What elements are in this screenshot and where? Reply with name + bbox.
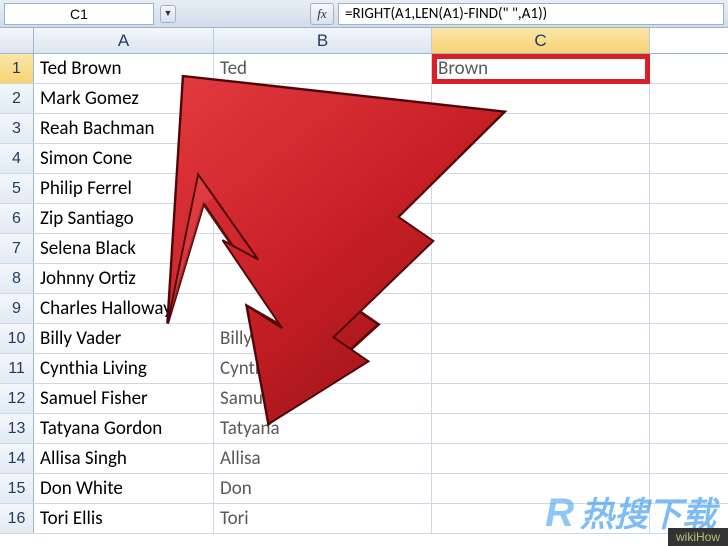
cell[interactable]: Zip Santiago (34, 204, 214, 233)
column-headers: A B C (0, 28, 728, 54)
cell[interactable]: Brown (432, 54, 650, 83)
row-header[interactable]: 7 (0, 234, 34, 263)
cell[interactable]: Mark Gomez (34, 84, 214, 113)
cell[interactable] (432, 444, 650, 473)
cell[interactable]: Cyntha (214, 354, 432, 383)
cell[interactable]: Tatyana (214, 414, 432, 443)
cell[interactable]: Don White (34, 474, 214, 503)
formula-input[interactable]: =RIGHT(A1,LEN(A1)-FIND(" ",A1)) (338, 3, 724, 25)
table-row: 6 Zip Santiago (0, 204, 728, 234)
table-row: 3 Reah Bachman Reah (0, 114, 728, 144)
table-row: 14 Allisa Singh Allisa (0, 444, 728, 474)
col-header-c[interactable]: C (432, 28, 650, 53)
wikihow-badge: wikiHow (668, 528, 728, 546)
cell[interactable] (432, 204, 650, 233)
cell[interactable] (432, 294, 650, 323)
cell[interactable]: Charles Halloway (34, 294, 214, 323)
cell[interactable]: Simon Cone (34, 144, 214, 173)
col-header-a[interactable]: A (34, 28, 214, 53)
table-row: 5 Philip Ferrel (0, 174, 728, 204)
cell[interactable] (432, 114, 650, 143)
cell[interactable] (432, 174, 650, 203)
cell[interactable]: Mark (214, 84, 432, 113)
table-row: 11 Cynthia Living Cyntha (0, 354, 728, 384)
row-header[interactable]: 14 (0, 444, 34, 473)
table-row: 4 Simon Cone Si (0, 144, 728, 174)
table-row: 7 Selena Black (0, 234, 728, 264)
cell[interactable]: Don (214, 474, 432, 503)
cell[interactable] (432, 414, 650, 443)
name-box-value: C1 (70, 6, 88, 22)
cell[interactable] (214, 294, 432, 323)
table-row: 12 Samuel Fisher Samuel (0, 384, 728, 414)
cell[interactable] (214, 234, 432, 263)
cell[interactable] (432, 354, 650, 383)
cell[interactable]: Cynthia Living (34, 354, 214, 383)
cell[interactable]: Ted Brown (34, 54, 214, 83)
cell[interactable] (432, 144, 650, 173)
row-header[interactable]: 5 (0, 174, 34, 203)
cell[interactable] (214, 174, 432, 203)
cell[interactable]: Allisa Singh (34, 444, 214, 473)
col-header-b[interactable]: B (214, 28, 432, 53)
row-header[interactable]: 10 (0, 324, 34, 353)
cell[interactable]: Tatyana Gordon (34, 414, 214, 443)
cell[interactable]: Ted (214, 54, 432, 83)
formula-text: =RIGHT(A1,LEN(A1)-FIND(" ",A1)) (345, 5, 547, 23)
cell[interactable]: Tori (214, 504, 432, 533)
table-row: 10 Billy Vader Billy (0, 324, 728, 354)
row-header[interactable]: 9 (0, 294, 34, 323)
row-header[interactable]: 3 (0, 114, 34, 143)
cell[interactable]: Samuel (214, 384, 432, 413)
cell[interactable] (432, 234, 650, 263)
select-all-corner[interactable] (0, 28, 34, 53)
cell[interactable]: Billy Vader (34, 324, 214, 353)
cell[interactable] (214, 264, 432, 293)
name-box[interactable]: C1 (4, 3, 154, 25)
cell[interactable]: Si (214, 144, 432, 173)
cell[interactable]: Reah (214, 114, 432, 143)
cell[interactable]: Samuel Fisher (34, 384, 214, 413)
row-header[interactable]: 16 (0, 504, 34, 533)
watermark-r: R (545, 491, 574, 536)
row-header[interactable]: 12 (0, 384, 34, 413)
fx-icon[interactable]: fx (310, 3, 334, 25)
row-header[interactable]: 1 (0, 54, 34, 83)
grid: 1 Ted Brown Ted Brown 2 Mark Gomez Mark … (0, 54, 728, 534)
cell[interactable]: Billy (214, 324, 432, 353)
table-row: 2 Mark Gomez Mark (0, 84, 728, 114)
row-header[interactable]: 4 (0, 144, 34, 173)
table-row: 8 Johnny Ortiz (0, 264, 728, 294)
row-header[interactable]: 13 (0, 414, 34, 443)
cell[interactable]: Johnny Ortiz (34, 264, 214, 293)
table-row: 1 Ted Brown Ted Brown (0, 54, 728, 84)
row-header[interactable]: 6 (0, 204, 34, 233)
table-row: 9 Charles Halloway (0, 294, 728, 324)
row-header[interactable]: 8 (0, 264, 34, 293)
cell[interactable] (432, 324, 650, 353)
formula-bar: C1 ▼ fx =RIGHT(A1,LEN(A1)-FIND(" ",A1)) (0, 0, 728, 28)
row-header[interactable]: 2 (0, 84, 34, 113)
name-box-dropdown-icon[interactable]: ▼ (160, 5, 176, 23)
cell[interactable] (214, 204, 432, 233)
cell[interactable]: Selena Black (34, 234, 214, 263)
cell[interactable]: Allisa (214, 444, 432, 473)
cell[interactable] (432, 384, 650, 413)
cell[interactable] (432, 264, 650, 293)
cell[interactable]: Tori Ellis (34, 504, 214, 533)
cell[interactable] (432, 84, 650, 113)
cell[interactable]: Reah Bachman (34, 114, 214, 143)
row-header[interactable]: 11 (0, 354, 34, 383)
cell[interactable]: Philip Ferrel (34, 174, 214, 203)
fx-label: fx (317, 6, 326, 22)
table-row: 13 Tatyana Gordon Tatyana (0, 414, 728, 444)
row-header[interactable]: 15 (0, 474, 34, 503)
